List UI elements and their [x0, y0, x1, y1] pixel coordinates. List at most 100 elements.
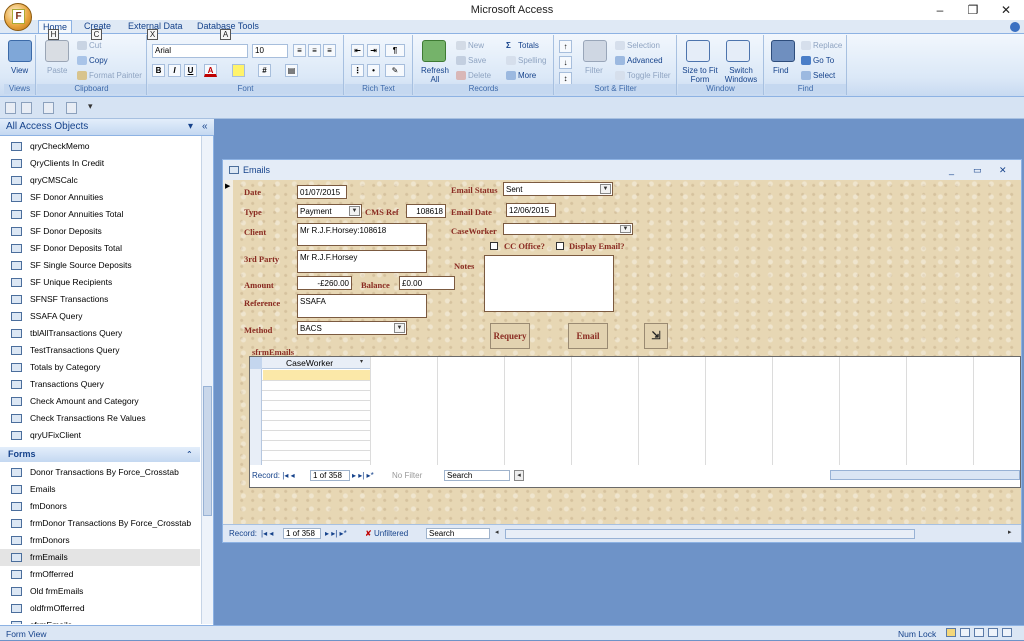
requery-button[interactable]: Requery — [490, 323, 530, 349]
pivot-view-icon[interactable] — [1002, 628, 1012, 637]
nav-query-item[interactable]: SSAFA Query — [0, 308, 200, 325]
nav-query-item[interactable]: Check Amount and Category — [0, 393, 200, 410]
nav-form-item[interactable]: fmDonors — [0, 498, 200, 515]
amount-field[interactable]: -£260.00 — [297, 276, 352, 290]
row-selector-column[interactable] — [250, 369, 262, 465]
format-painter-button[interactable]: Format Painter — [77, 71, 142, 81]
sort-descending-icon[interactable]: ↓ — [559, 56, 572, 69]
chevron-down-icon[interactable]: ▾ — [360, 358, 363, 365]
nav-form-item[interactable]: frmDonors — [0, 532, 200, 549]
form-close-button[interactable]: ✕ — [999, 160, 1007, 180]
nav-scroll-thumb[interactable] — [203, 386, 212, 516]
subform-record-position[interactable]: 1 of 358 — [310, 470, 350, 481]
totals-button[interactable]: Σ Totals — [506, 41, 539, 50]
gridlines-icon[interactable]: # — [258, 64, 271, 77]
next-record-icon[interactable]: ▸ ▸| ▸* — [325, 526, 347, 542]
fill-color-icon[interactable] — [232, 64, 245, 77]
font-color-button[interactable]: A — [204, 64, 217, 77]
more-button[interactable]: More — [506, 71, 536, 81]
chevron-down-icon[interactable]: ▼ — [394, 323, 405, 333]
nav-form-item[interactable]: frmOfferred — [0, 566, 200, 583]
sort-ascending-icon[interactable]: ↑ — [559, 40, 572, 53]
next-record-icon[interactable]: ▸ ▸| ▸* — [352, 468, 374, 484]
type-combo[interactable]: Payment ▼ — [297, 204, 362, 218]
paragraph-direction-icon[interactable]: ¶ — [385, 44, 405, 57]
nav-form-item[interactable]: Donor Transactions By Force_Crosstab — [0, 464, 200, 481]
nav-query-item[interactable]: SF Donor Annuities Total — [0, 206, 200, 223]
align-center-button[interactable]: ≡ — [308, 44, 321, 57]
nav-form-item[interactable]: oldfrmOfferred — [0, 600, 200, 617]
email-button[interactable]: Email — [568, 323, 608, 349]
paste-button[interactable]: Paste — [47, 66, 67, 75]
spelling-button[interactable]: Spelling — [506, 56, 546, 66]
third-party-field[interactable]: Mr R.J.F.Horsey — [297, 250, 427, 273]
cut-button[interactable]: Cut — [77, 41, 101, 51]
record-selector[interactable]: ▶ — [223, 180, 233, 524]
client-field[interactable]: Mr R.J.F.Horsey:108618 — [297, 223, 427, 246]
underline-button[interactable]: U — [184, 64, 197, 77]
font-name-combo[interactable]: Arial — [152, 44, 248, 58]
email-status-combo[interactable]: Sent ▼ — [503, 182, 613, 196]
notes-field[interactable] — [484, 255, 614, 312]
refresh-all-button[interactable]: Refresh All — [418, 66, 452, 84]
cms-ref-field[interactable]: 108618 — [406, 204, 446, 218]
toggle-filter-button[interactable]: Toggle Filter — [615, 71, 671, 81]
nav-form-item[interactable]: Old frmEmails — [0, 583, 200, 600]
goto-button[interactable]: Go To — [801, 56, 834, 66]
new-record-button[interactable]: New — [456, 41, 484, 51]
reference-field[interactable]: SSAFA — [297, 294, 427, 318]
scroll-left-icon[interactable]: ◂ — [514, 470, 524, 481]
filter-button[interactable]: Filter — [585, 66, 603, 75]
caseworker-combo[interactable]: ▼ — [503, 223, 633, 235]
form-maximize-button[interactable]: ▭ — [973, 160, 982, 180]
nav-query-item[interactable]: qryUFixClient — [0, 427, 200, 444]
view-button[interactable]: View — [11, 66, 28, 75]
undo-icon[interactable] — [21, 102, 32, 114]
alternate-row-color-icon[interactable]: ▤ — [285, 64, 298, 77]
chevron-down-icon[interactable]: ▼ — [349, 206, 360, 216]
form-minimize-button[interactable]: _ — [949, 160, 954, 180]
datasheet-view-icon[interactable] — [960, 628, 970, 637]
email-date-field[interactable]: 12/06/2015 — [506, 203, 556, 217]
bullets-icon[interactable]: • — [367, 64, 380, 77]
nav-query-item[interactable]: SF Donor Deposits — [0, 223, 200, 240]
find-button[interactable]: Find — [773, 66, 789, 75]
restore-button[interactable]: ❐ — [958, 1, 988, 19]
nav-query-item[interactable]: Totals by Category — [0, 359, 200, 376]
collapse-pane-icon[interactable]: « — [202, 119, 208, 135]
nav-query-item[interactable]: TestTransactions Query — [0, 342, 200, 359]
collapse-section-icon[interactable]: ⌃ — [186, 447, 193, 462]
select-all-corner[interactable] — [250, 357, 262, 369]
size-to-fit-button[interactable]: Size to Fit Form — [681, 66, 719, 84]
decrease-indent-icon[interactable]: ⇤ — [351, 44, 364, 57]
copy-button[interactable]: Copy — [77, 56, 108, 66]
new-record-row[interactable] — [263, 370, 370, 380]
nav-query-item[interactable]: Check Transactions Re Values — [0, 410, 200, 427]
nav-query-item[interactable]: qryCMSCalc — [0, 172, 200, 189]
subform-hscroll-thumb[interactable] — [830, 470, 1020, 480]
delete-record-button[interactable]: Delete — [456, 71, 491, 81]
nav-scrollbar[interactable] — [201, 136, 213, 624]
align-right-button[interactable]: ≡ — [323, 44, 336, 57]
subform-search-box[interactable]: Search — [444, 470, 510, 481]
align-left-button[interactable]: ≡ — [293, 44, 306, 57]
column-header-caseworker[interactable]: CaseWorker — [286, 358, 333, 368]
nav-query-item[interactable]: SF Single Source Deposits — [0, 257, 200, 274]
new-icon[interactable] — [66, 102, 77, 114]
save-record-button[interactable]: Save — [456, 56, 486, 66]
display-email-checkbox[interactable] — [556, 242, 564, 250]
unfiltered-button[interactable]: ✘ Unfiltered — [365, 526, 408, 542]
chevron-down-icon[interactable]: ▾ — [188, 119, 193, 135]
balance-field[interactable]: £0.00 — [399, 276, 455, 290]
first-record-icon[interactable]: |◂ ◂ — [261, 526, 273, 542]
design-view-icon[interactable] — [988, 628, 998, 637]
subform-no-filter-button[interactable]: No Filter — [392, 468, 422, 484]
exit-door-icon[interactable]: ⇲ — [644, 323, 668, 349]
date-field[interactable]: 01/07/2015 — [297, 185, 347, 199]
close-button[interactable]: ✕ — [991, 1, 1021, 19]
bold-button[interactable]: B — [152, 64, 165, 77]
nav-query-item[interactable]: QryClients In Credit — [0, 155, 200, 172]
scroll-left-icon[interactable]: ◂ — [495, 528, 499, 536]
advanced-button[interactable]: Advanced — [615, 56, 663, 66]
nav-query-item[interactable]: qryCheckMemo — [0, 138, 200, 155]
